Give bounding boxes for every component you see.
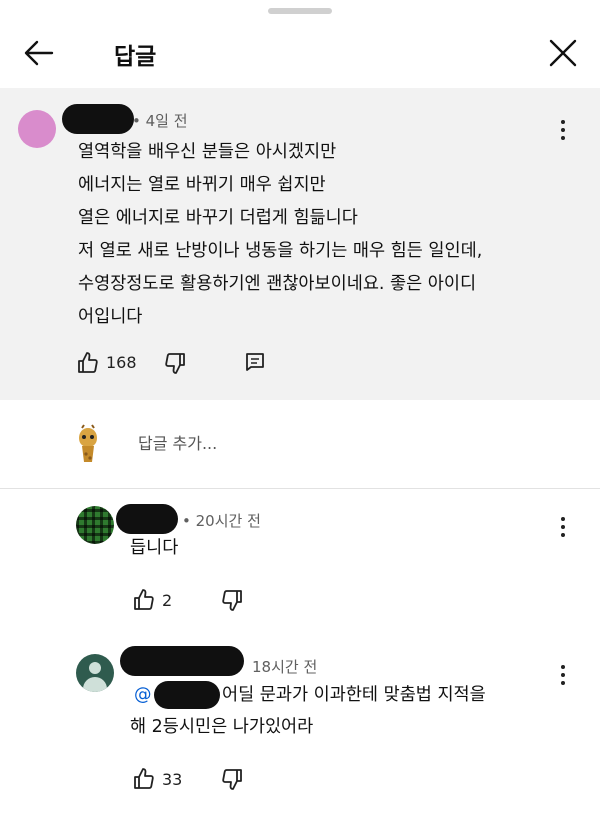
like-button[interactable] bbox=[132, 767, 156, 791]
more-vert-icon[interactable] bbox=[556, 515, 570, 539]
user-avatar bbox=[74, 424, 102, 464]
avatar[interactable] bbox=[76, 654, 114, 692]
dislike-button[interactable] bbox=[220, 588, 244, 612]
reply-text-line2: 해 2등시민은 나가있어라 bbox=[130, 717, 314, 737]
close-icon[interactable] bbox=[546, 36, 580, 70]
redacted-username bbox=[116, 504, 178, 534]
redacted-username bbox=[120, 646, 244, 676]
dislike-button[interactable] bbox=[220, 767, 244, 791]
like-count: 33 bbox=[162, 770, 183, 789]
comment-time: • 4일 전 bbox=[132, 112, 188, 130]
avatar[interactable] bbox=[18, 110, 56, 148]
reply-text-line1: 어딜 문과가 이과한테 맞춤법 지적을 bbox=[222, 685, 486, 705]
comment-time: • 20시간 전 bbox=[182, 512, 261, 530]
reply-comment-icon[interactable] bbox=[244, 351, 266, 373]
add-reply-input[interactable]: 답글 추가... bbox=[138, 430, 217, 454]
redacted-mention bbox=[154, 681, 220, 709]
page-title: 답글 bbox=[114, 44, 157, 70]
comment-text: 열역학을 배우신 분들은 아시겠지만 에너지는 열로 바뀌기 매우 쉽지만 열은… bbox=[78, 142, 483, 327]
like-button[interactable] bbox=[76, 351, 100, 375]
divider bbox=[0, 488, 600, 489]
back-arrow-icon[interactable] bbox=[22, 36, 56, 70]
redacted-username bbox=[62, 104, 134, 134]
like-count: 168 bbox=[106, 353, 137, 372]
thumbs-down-icon bbox=[222, 769, 242, 790]
more-vert-icon[interactable] bbox=[556, 663, 570, 687]
thumbs-up-icon bbox=[134, 589, 154, 610]
mention-at[interactable]: @ bbox=[134, 679, 152, 712]
like-count: 2 bbox=[162, 591, 173, 610]
like-button[interactable] bbox=[132, 588, 156, 612]
avatar[interactable] bbox=[76, 506, 114, 544]
header: 답글 bbox=[0, 20, 600, 86]
thumbs-up-icon bbox=[78, 352, 98, 373]
dislike-button[interactable] bbox=[163, 351, 187, 375]
thumbs-up-icon bbox=[134, 768, 154, 789]
thumbs-down-icon bbox=[222, 590, 242, 611]
thumbs-down-icon bbox=[165, 353, 185, 374]
reply-text: 듭니다 bbox=[130, 538, 179, 558]
comment-time: 18시간 전 bbox=[252, 658, 318, 676]
drag-handle[interactable] bbox=[268, 8, 332, 14]
